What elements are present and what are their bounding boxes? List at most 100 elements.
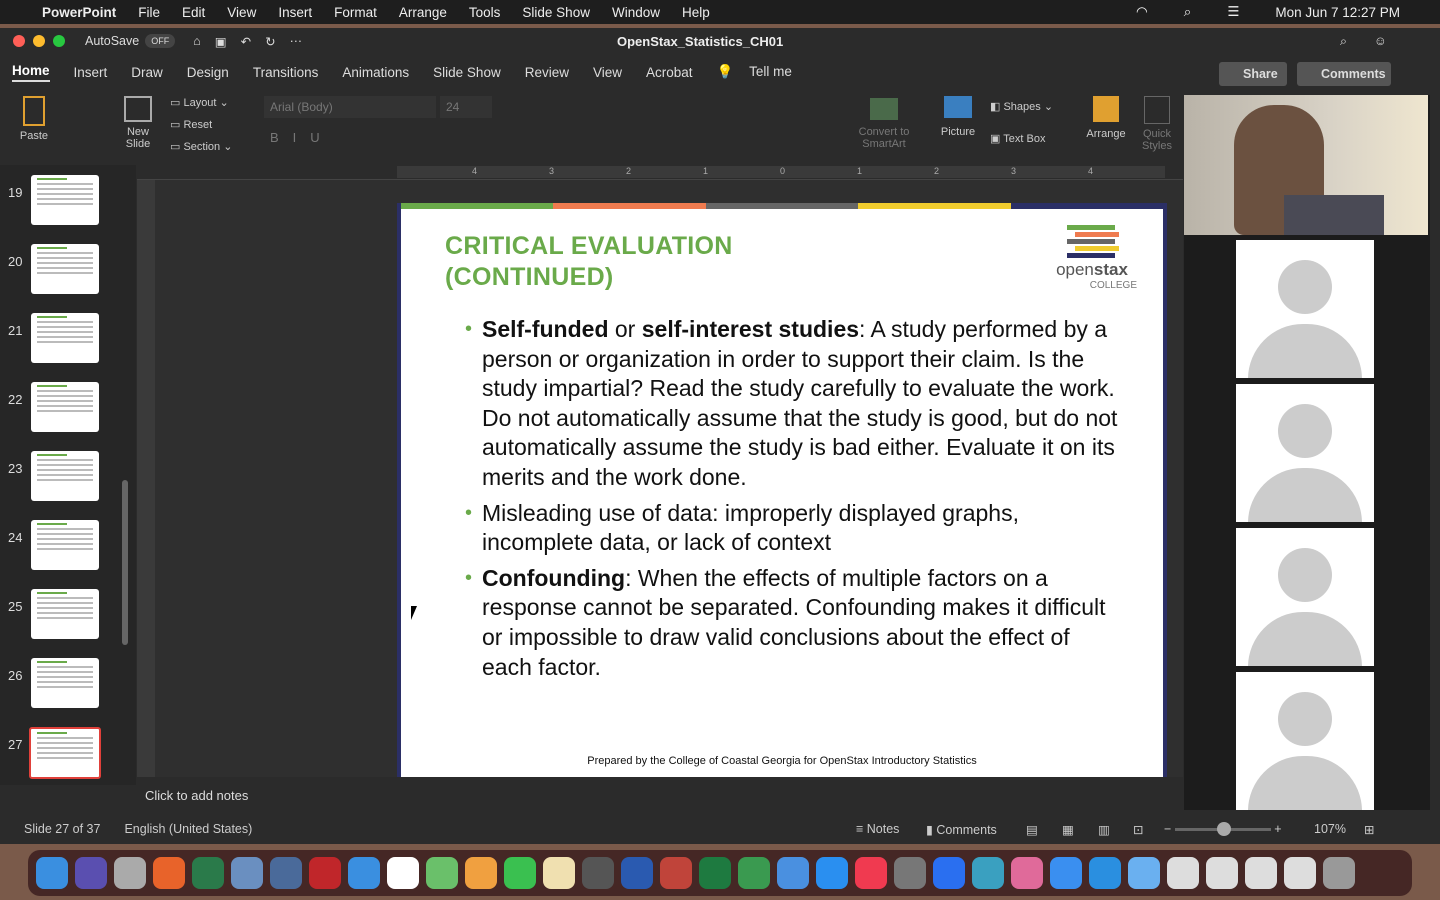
menu-window[interactable]: Window [612,5,660,20]
tab-animations[interactable]: Animations [342,65,409,80]
dock-app-icon[interactable] [504,857,536,889]
tab-home[interactable]: Home [12,63,50,82]
slide-thumbnail[interactable]: 19 [0,175,136,235]
dock-app-icon[interactable] [1011,857,1043,889]
dock-app-icon[interactable] [309,857,341,889]
picture-button[interactable]: Picture [936,96,980,138]
thumbnails-scrollbar[interactable] [122,480,128,645]
fit-slide-icon[interactable]: ⊞ [1364,822,1374,837]
slide-thumbnail[interactable]: 21 [0,313,136,373]
zoom-slider[interactable]: − + [1164,822,1294,837]
notes-button[interactable]: ≡ Notes [856,822,899,836]
dock-app-icon[interactable] [1089,857,1121,889]
dock-app-icon[interactable] [75,857,107,889]
dock-app-icon[interactable] [1323,857,1355,889]
slide-thumbnail[interactable]: 25 [0,589,136,649]
dock-app-icon[interactable] [426,857,458,889]
menu-insert[interactable]: Insert [278,5,312,20]
dock-app-icon[interactable] [1167,857,1199,889]
menu-file[interactable]: File [138,5,160,20]
section-button[interactable]: ▭ Section ⌄ [170,140,232,153]
menu-slide-show[interactable]: Slide Show [522,5,590,20]
normal-view-icon[interactable]: ▤ [1026,822,1038,837]
feedback-icon[interactable]: ☺ [1374,34,1387,48]
shapes-button[interactable]: ◧ Shapes ⌄ [990,100,1053,113]
dock-app-icon[interactable] [36,857,68,889]
undo-icon[interactable]: ↶ [241,34,251,49]
minimize-button[interactable] [33,35,45,47]
dock-app-icon[interactable] [1050,857,1082,889]
reading-view-icon[interactable]: ▥ [1098,822,1110,837]
tab-draw[interactable]: Draw [131,65,163,80]
dock-app-icon[interactable] [348,857,380,889]
dock-app-icon[interactable] [972,857,1004,889]
dock-app-icon[interactable] [816,857,848,889]
text-box-button[interactable]: ▣ Text Box [990,132,1045,145]
convert-smartart-button[interactable]: Convert to SmartArt [855,98,913,150]
slide-thumbnails-panel[interactable]: 19202122232425262728 [0,165,136,785]
layout-button[interactable]: ▭ Layout ⌄ [170,96,229,109]
dock-app-icon[interactable] [660,857,692,889]
dock-app-icon[interactable] [894,857,926,889]
clock[interactable]: Mon Jun 7 12:27 PM [1275,5,1400,20]
slide-thumbnail[interactable]: 27 [0,727,136,785]
menu-app[interactable]: PowerPoint [42,5,116,20]
tell-me[interactable]: 💡 Tell me [717,64,804,80]
autosave-toggle[interactable]: OFF [145,34,176,48]
tab-slide-show[interactable]: Slide Show [433,65,501,80]
dock-app-icon[interactable] [192,857,224,889]
dock-app-icon[interactable] [543,857,575,889]
dock-app-icon[interactable] [855,857,887,889]
slide-thumbnail[interactable]: 23 [0,451,136,511]
zoom-button[interactable] [53,35,65,47]
quick-styles-button[interactable]: Quick Styles [1138,96,1176,152]
dock-app-icon[interactable] [738,857,770,889]
slide-thumbnail[interactable]: 22 [0,382,136,442]
notes-pane[interactable]: Click to add notes [137,782,1183,810]
menu-view[interactable]: View [227,5,256,20]
tab-review[interactable]: Review [525,65,569,80]
dock-app-icon[interactable] [582,857,614,889]
dock-app-icon[interactable] [114,857,146,889]
share-button[interactable]: Share [1219,62,1287,86]
paste-button[interactable]: Paste [14,96,54,142]
slide-editor[interactable]: CRITICAL EVALUATION (CONTINUED) openstax … [155,180,1183,777]
dock-app-icon[interactable] [465,857,497,889]
zoom-level[interactable]: 107% [1314,822,1346,836]
dock-app-icon[interactable] [387,857,419,889]
font-size-select[interactable]: 24 [440,96,492,118]
arrange-button[interactable]: Arrange [1084,96,1128,140]
slide-thumbnail[interactable]: 26 [0,658,136,718]
dock-app-icon[interactable] [1206,857,1238,889]
slide-body[interactable]: Self-funded or self-interest studies: A … [465,315,1125,688]
comments-button[interactable]: Comments [1297,62,1391,86]
dock-app-icon[interactable] [270,857,302,889]
tab-view[interactable]: View [593,65,622,80]
more-icon[interactable]: ··· [290,34,303,48]
reset-button[interactable]: ▭ Reset [170,118,212,131]
menu-format[interactable]: Format [334,5,377,20]
dock-app-icon[interactable] [933,857,965,889]
menu-help[interactable]: Help [682,5,710,20]
dock-app-icon[interactable] [777,857,809,889]
dock-app-icon[interactable] [153,857,185,889]
slide[interactable]: CRITICAL EVALUATION (CONTINUED) openstax … [397,203,1167,777]
search-icon[interactable]: ⌕ [1184,4,1192,20]
font-format-buttons[interactable]: BIU [270,130,334,145]
dock-app-icon[interactable] [1284,857,1316,889]
comments-status-button[interactable]: ▮ Comments [926,822,997,837]
search-icon[interactable]: ⌕ [1340,34,1347,49]
menu-tools[interactable]: Tools [469,5,501,20]
dock-app-icon[interactable] [231,857,263,889]
redo-icon[interactable]: ↻ [265,34,275,49]
slide-title[interactable]: CRITICAL EVALUATION (CONTINUED) [445,231,733,293]
tab-design[interactable]: Design [187,65,229,80]
tab-acrobat[interactable]: Acrobat [646,65,693,80]
dock-app-icon[interactable] [1245,857,1277,889]
save-icon[interactable]: ▣ [215,34,227,49]
menu-edit[interactable]: Edit [182,5,205,20]
font-family-select[interactable]: Arial (Body) [264,96,436,118]
slide-thumbnail[interactable]: 20 [0,244,136,304]
zoom-slider-thumb[interactable] [1216,822,1231,837]
slide-thumbnail[interactable]: 24 [0,520,136,580]
